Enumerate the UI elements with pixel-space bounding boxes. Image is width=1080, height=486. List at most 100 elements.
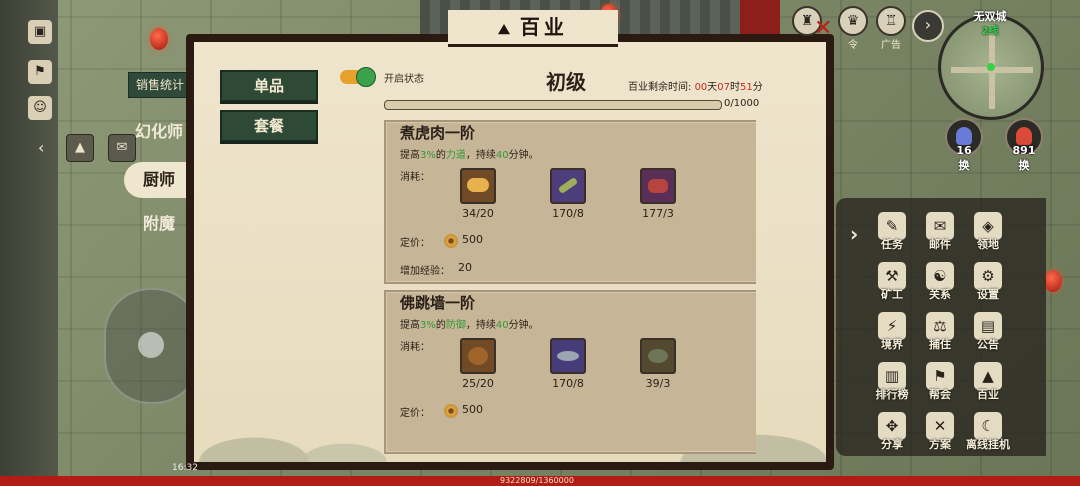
material-qty: 177/3 bbox=[642, 207, 674, 220]
material-qty: 39/3 bbox=[645, 377, 671, 390]
nuts-icon bbox=[460, 338, 496, 374]
coin-icon bbox=[444, 234, 458, 248]
material-slot[interactable]: 25/20 bbox=[460, 338, 496, 390]
recipe-description: 提高3%的力道，持续40分钟。 bbox=[400, 146, 539, 161]
recipe-description: 提高3%的防御，持续40分钟。 bbox=[400, 316, 539, 331]
herb-icon bbox=[550, 168, 586, 204]
profession-panel: 单品 套餐 开启状态 初级 百业剩余时间: 00天07时51分 0/1000 煮… bbox=[194, 42, 826, 462]
menu-item-settings[interactable]: ⚙ 设置 bbox=[966, 262, 1010, 308]
experience-progress-bar bbox=[384, 100, 722, 110]
desc-text: ，持续 bbox=[465, 150, 496, 161]
consume-label: 消耗： bbox=[400, 342, 430, 353]
desc-text: 分钟。 bbox=[508, 320, 539, 331]
desc-text: ，持续 bbox=[465, 320, 496, 331]
lantern-icon bbox=[1044, 270, 1062, 292]
device-status-time: 16:32 bbox=[172, 463, 198, 473]
experience-text: 9322809/1360000 bbox=[500, 476, 574, 485]
price-label: 定价： bbox=[400, 238, 430, 249]
collapse-arrow-icon[interactable]: ‹ bbox=[38, 138, 44, 157]
ad-icon: ♖ bbox=[876, 6, 906, 36]
ink-mountain-icon: ⛰ bbox=[498, 22, 514, 38]
potion-count: 16 bbox=[956, 144, 972, 157]
map-line: 2线 bbox=[981, 26, 999, 37]
menu-item-claim[interactable]: ◈ 领地 bbox=[966, 212, 1010, 258]
order-button[interactable]: ♛ 令 bbox=[838, 6, 868, 51]
sales-statistics-button[interactable]: 销售统计 bbox=[128, 72, 192, 98]
player-marker-icon bbox=[987, 63, 995, 71]
recipe-card[interactable]: 佛跳墙一阶 提高3%的防御，持续40分钟。 消耗： 25/20 170/8 39… bbox=[384, 290, 756, 454]
tab-set-meal[interactable]: 套餐 bbox=[220, 110, 318, 142]
lantern-icon bbox=[150, 28, 168, 50]
menu-item-notice[interactable]: ▤ 公告 bbox=[966, 312, 1010, 358]
bag-icon[interactable]: ▣ bbox=[28, 20, 52, 44]
desc-duration: 40 bbox=[495, 150, 509, 161]
red-potion-slot[interactable]: 891 换 bbox=[1004, 118, 1044, 172]
category-tab-chef[interactable]: 厨师 bbox=[124, 162, 194, 198]
fish-icon bbox=[550, 338, 586, 374]
menu-label: 离线挂机 bbox=[966, 438, 1010, 451]
left-toolbar: ▣ ⚑ ☺ ‹ bbox=[0, 0, 58, 486]
menu-label: 百业 bbox=[977, 388, 999, 401]
consume-label: 消耗： bbox=[400, 172, 430, 183]
material-slot[interactable]: 177/3 bbox=[640, 168, 676, 220]
recipe-name: 佛跳墙一阶 bbox=[400, 294, 476, 312]
ad-label: 广告 bbox=[881, 40, 901, 51]
menu-collapse-arrow-icon[interactable]: › bbox=[850, 222, 858, 246]
order-icon: ♛ bbox=[838, 6, 868, 36]
desc-stat: 防御 bbox=[445, 320, 466, 331]
desc-duration: 40 bbox=[495, 320, 509, 331]
material-qty: 170/8 bbox=[552, 377, 584, 390]
recipe-card[interactable]: 煮虎肉一阶 提高3%的力道，持续40分钟。 消耗： 34/20 170/8 17… bbox=[384, 120, 756, 284]
desc-text: 提高 bbox=[400, 150, 420, 161]
potion-exchange-label: 换 bbox=[958, 159, 970, 172]
timer-prefix: 百业剩余时间: bbox=[628, 82, 692, 93]
close-icon[interactable]: ✕ bbox=[814, 16, 832, 41]
bread-icon bbox=[460, 168, 496, 204]
price-label: 定价： bbox=[400, 408, 430, 419]
category-tab-enchant[interactable]: 附魔 bbox=[124, 206, 194, 242]
blue-potion-slot[interactable]: 16 换 bbox=[944, 118, 984, 172]
enable-toggle[interactable] bbox=[340, 67, 376, 87]
timer-days: 00 bbox=[694, 82, 708, 93]
toggle-label: 开启状态 bbox=[384, 74, 424, 85]
desc-text: 分钟。 bbox=[508, 150, 539, 161]
flag-icon[interactable]: ⚑ bbox=[28, 60, 52, 84]
material-slot[interactable]: 170/8 bbox=[550, 168, 586, 220]
exp-value: 20 bbox=[458, 261, 472, 274]
material-slot[interactable]: 34/20 bbox=[460, 168, 496, 220]
price-value: 500 bbox=[462, 233, 483, 246]
mountain-icon[interactable]: ▲ bbox=[66, 134, 94, 162]
price-value: 500 bbox=[462, 403, 483, 416]
menu-item-afk[interactable]: ☾ 离线挂机 bbox=[966, 412, 1010, 458]
material-qty: 25/20 bbox=[462, 377, 494, 390]
menu-item-profession[interactable]: ▲ 百业 bbox=[966, 362, 1010, 408]
remaining-time: 百业剩余时间: 00天07时51分 bbox=[628, 78, 763, 93]
meat-icon bbox=[640, 168, 676, 204]
recipe-list[interactable]: 煮虎肉一阶 提高3%的力道，持续40分钟。 消耗： 34/20 170/8 17… bbox=[384, 120, 756, 462]
tab-single-item[interactable]: 单品 bbox=[220, 70, 318, 102]
material-slot[interactable]: 170/8 bbox=[550, 338, 586, 390]
expand-arrow-icon[interactable]: › bbox=[912, 10, 944, 42]
character-icon[interactable]: ☺ bbox=[28, 96, 52, 120]
menu-label: 领地 bbox=[977, 238, 999, 251]
order-label: 令 bbox=[848, 40, 858, 51]
joystick-knob[interactable] bbox=[138, 332, 164, 358]
desc-stat: 力道 bbox=[445, 150, 466, 161]
turtle-icon bbox=[640, 338, 676, 374]
timer-minute-unit: 分 bbox=[752, 82, 763, 93]
menu-label: 设置 bbox=[977, 288, 999, 301]
recipe-name: 煮虎肉一阶 bbox=[400, 124, 476, 142]
panel-title-text: 百业 bbox=[519, 15, 568, 39]
category-tab-illusionist[interactable]: 幻化师 bbox=[124, 114, 194, 150]
exp-label: 增加经验： bbox=[400, 266, 450, 277]
desc-text: 提高 bbox=[400, 320, 420, 331]
timer-hours: 07 bbox=[717, 82, 731, 93]
desc-text: 的 bbox=[435, 150, 446, 161]
desc-percent: 3% bbox=[420, 150, 436, 161]
potion-count: 891 bbox=[1012, 144, 1036, 157]
ad-button[interactable]: ♖ 广告 bbox=[876, 6, 906, 51]
material-slot[interactable]: 39/3 bbox=[640, 338, 676, 390]
timer-minutes: 51 bbox=[740, 82, 753, 93]
material-qty: 170/8 bbox=[552, 207, 584, 220]
desc-text: 的 bbox=[435, 320, 446, 331]
